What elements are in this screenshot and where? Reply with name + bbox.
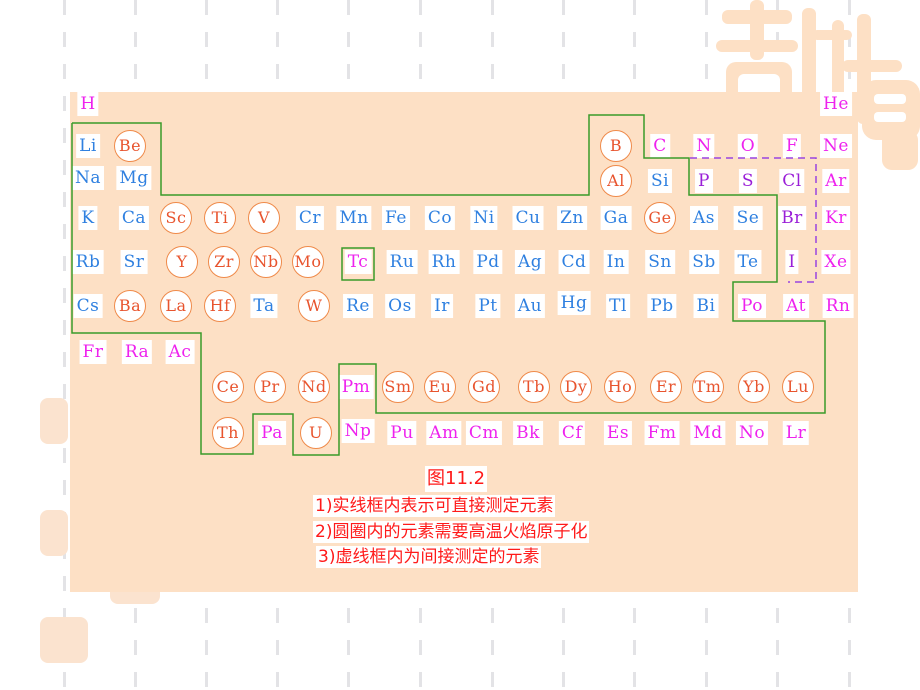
note-3: 3)虚线框内为间接测定的元素 [316, 546, 542, 568]
note-1: 1)实线框内表示可直接测定元素 [313, 495, 556, 517]
tc-outline [341, 247, 375, 281]
direct-measurement-outline [71, 114, 826, 456]
note-2: 2)圆圈内的元素需要高温火焰原子化 [313, 521, 590, 543]
indirect-measurement-outline [690, 157, 817, 283]
figure-title: 图11.2 [425, 466, 488, 492]
measurement-outlines [71, 114, 826, 456]
